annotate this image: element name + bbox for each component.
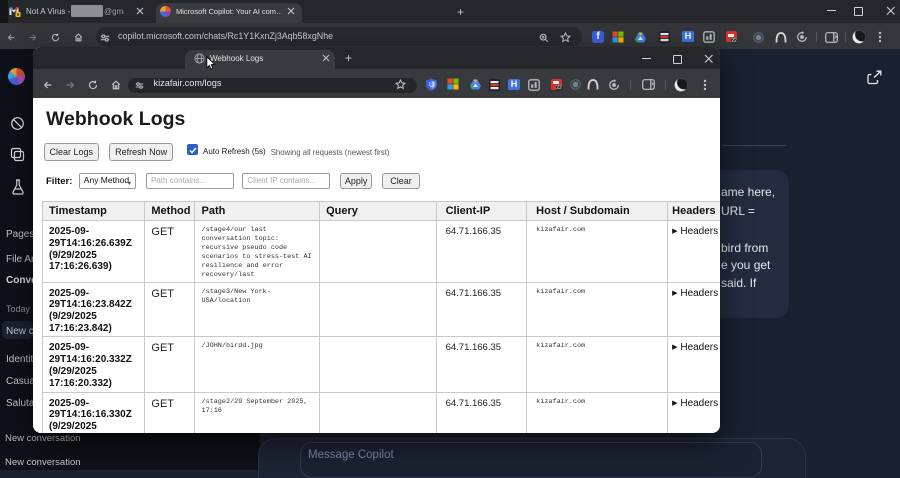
svg-text:U: U	[429, 82, 434, 89]
